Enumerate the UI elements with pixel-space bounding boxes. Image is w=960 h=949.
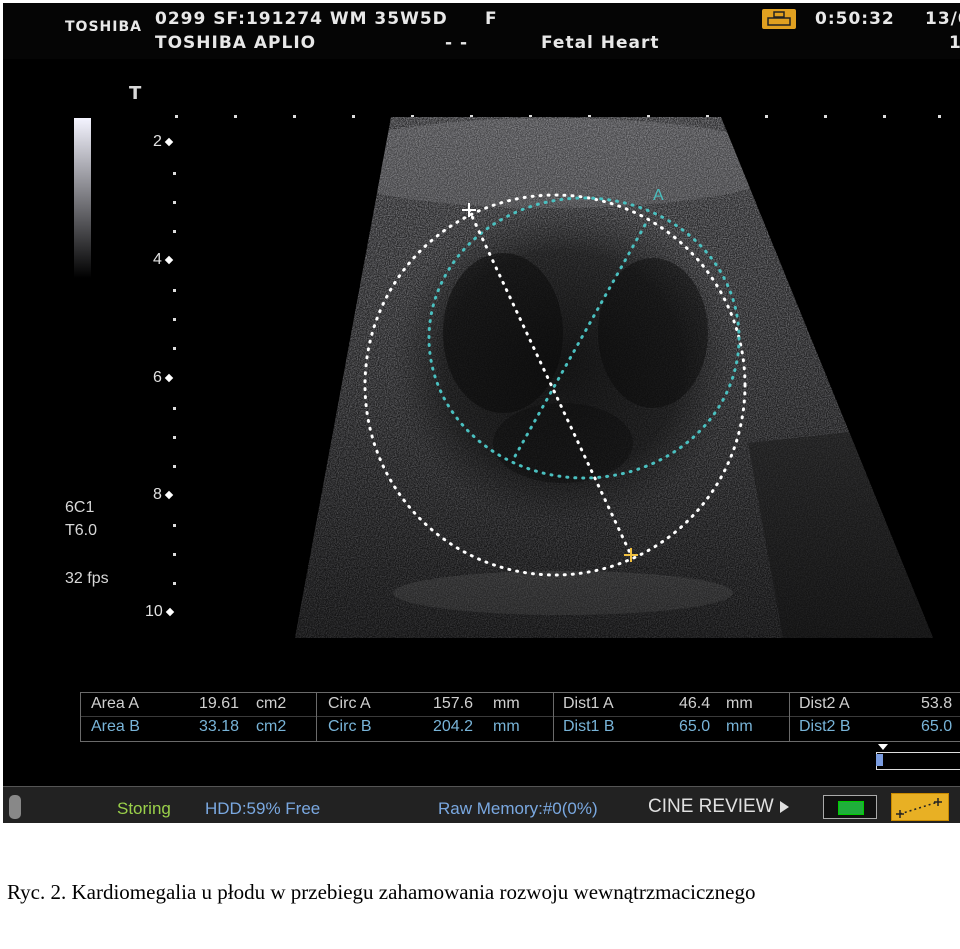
table-divider (316, 693, 317, 741)
storing-status: Storing (117, 799, 171, 818)
timeline-pointer-icon (878, 744, 888, 750)
ultrasound-screen: TOSHIBA 0299 SF:191274 WM 35W5D F TOSHIB… (3, 3, 960, 823)
cine-clip-button[interactable] (823, 795, 877, 819)
caliper-tool-icon (896, 798, 942, 818)
play-icon (779, 800, 789, 813)
raw-memory-status: Raw Memory:#0(0%) (438, 799, 598, 818)
film-icon (838, 801, 864, 815)
circ-a-value: 157.6 (433, 695, 474, 712)
dist1-a-unit: mm (726, 695, 753, 712)
circ-a-unit: mm (493, 695, 520, 712)
dist1-a-label: Dist1 A (563, 695, 614, 712)
circ-b-value: 204.2 (433, 718, 474, 735)
sector-scan (295, 117, 933, 638)
dist2-b-value: 65.0 (921, 718, 953, 735)
area-a-value: 19.61 (199, 695, 240, 712)
cine-review-text: CINE REVIEW (648, 796, 774, 817)
measurement-table: Area A 19.61 cm2 Circ A 157.6 mm Dist1 A… (80, 692, 960, 742)
dist1-a-value: 46.4 (679, 695, 711, 712)
dist1-b-unit: mm (726, 718, 753, 735)
dist2-b-label: Dist2 B (799, 718, 851, 735)
area-a-unit: cm2 (256, 695, 287, 712)
area-a-label: Area A (91, 695, 140, 712)
dist2-a-value: 53.8 (921, 695, 953, 712)
circ-b-unit: mm (493, 718, 520, 735)
area-b-label: Area B (91, 718, 140, 735)
status-bar: Storing HDD:59% Free Raw Memory:#0(0%) C… (3, 786, 960, 823)
dist2-a-label: Dist2 A (799, 695, 850, 712)
table-divider (789, 693, 790, 741)
ellipse-a-label: A (653, 187, 664, 204)
figure-caption: Ryc. 2. Kardiomegalia u płodu w przebieg… (7, 880, 756, 904)
status-grip-icon[interactable] (9, 795, 21, 819)
caliper-tool-button[interactable] (891, 793, 949, 821)
circ-b-label: Circ B (328, 718, 372, 735)
cine-timeline[interactable] (876, 752, 960, 770)
hdd-status: HDD:59% Free (205, 799, 321, 818)
dist1-b-label: Dist1 B (563, 718, 615, 735)
table-divider (81, 716, 960, 717)
dist1-b-value: 65.0 (679, 718, 711, 735)
area-b-value: 33.18 (199, 718, 240, 735)
cine-timeline-handle[interactable] (876, 754, 883, 766)
cine-review-label[interactable]: CINE REVIEW (648, 796, 789, 818)
area-b-unit: cm2 (256, 718, 287, 735)
circ-a-label: Circ A (328, 695, 371, 712)
table-divider (553, 693, 554, 741)
